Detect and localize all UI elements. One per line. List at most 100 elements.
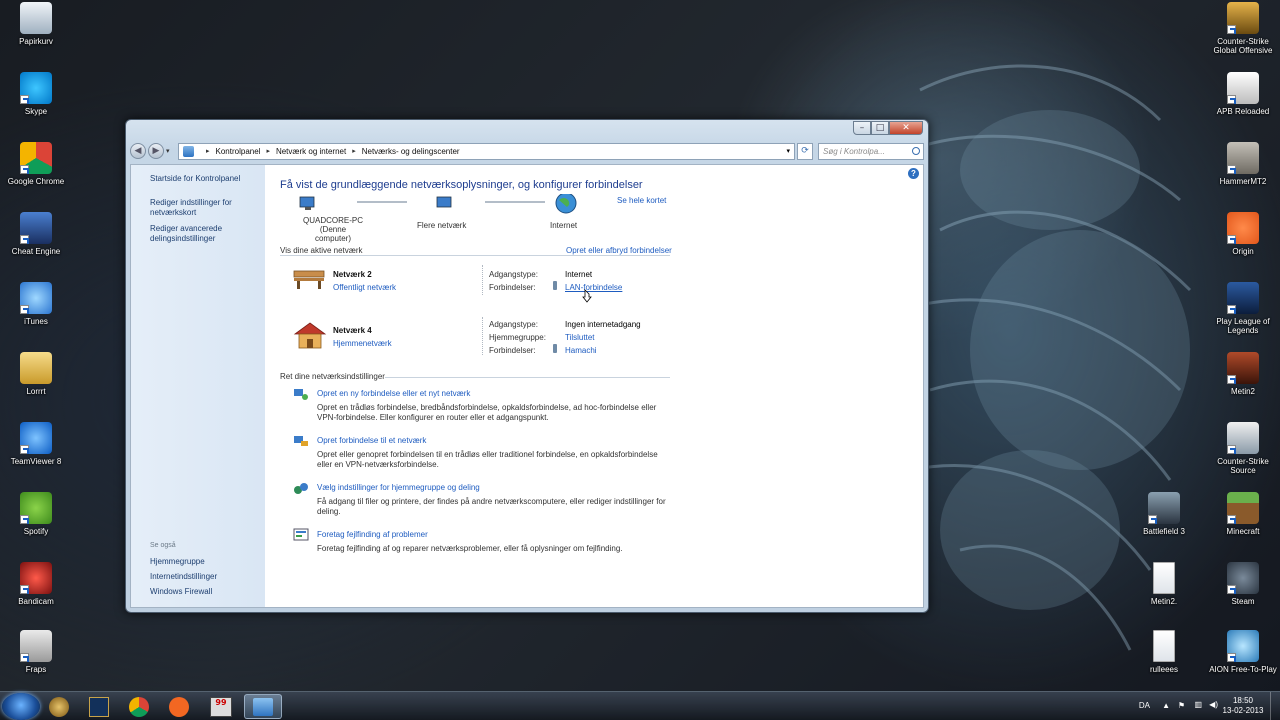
shortcut-arrow-icon — [1227, 445, 1236, 454]
taskbar-control-panel[interactable] — [244, 694, 282, 719]
desktop-icon-minecraft[interactable]: Minecraft — [1205, 492, 1280, 536]
desktop-icon-label: Counter-Strike Source — [1217, 457, 1269, 475]
show-desktop-button[interactable] — [1270, 692, 1280, 720]
homegroup-joined-link[interactable]: Tilsluttet — [565, 333, 595, 342]
taskbar-fraps[interactable]: 99 — [202, 694, 240, 719]
search-input[interactable]: Søg i Kontrolpa... — [818, 142, 924, 160]
map-computer-sub: (Denne computer) — [314, 225, 351, 243]
league-icon — [89, 697, 109, 717]
refresh-button[interactable]: ⟳ — [797, 142, 813, 160]
fraps-icon: 99 — [210, 697, 232, 717]
link-advanced-sharing[interactable]: Rediger avancerede delingsindstillinger — [150, 224, 250, 244]
forward-button[interactable]: ▶ — [148, 143, 164, 159]
navigation-bar: ◀ ▶ ▾ ▸ Kontrolpanel ▸ Netværk og intern… — [130, 142, 924, 160]
connect-disconnect-link[interactable]: Opret eller afbryd forbindelser — [566, 246, 672, 255]
shortcut-arrow-icon — [1227, 515, 1236, 524]
battlefield-icon — [1148, 492, 1180, 524]
breadcrumb-kontrolpanel[interactable]: Kontrolpanel — [216, 147, 261, 156]
control-panel-icon — [253, 698, 273, 716]
help-icon[interactable]: ? — [908, 168, 919, 179]
connection-adapter-icon — [553, 344, 557, 353]
desktop-icon-hammer[interactable]: HammerMT2 — [1205, 142, 1280, 186]
start-button[interactable] — [2, 693, 40, 720]
desktop-icon-label: Skype — [24, 107, 48, 116]
task-troubleshoot-desc: Foretag fejlfinding af og reparer netvær… — [317, 544, 623, 553]
breadcrumb-sharing-center[interactable]: Netværks- og delingscenter — [362, 147, 460, 156]
task-new-connection-desc: Opret en trådløs forbindelse, bredbåndsf… — [317, 403, 657, 412]
task-new-connection-link[interactable]: Opret en ny forbindelse eller et nyt net… — [317, 389, 470, 398]
link-homegroup[interactable]: Hjemmegruppe — [150, 557, 205, 567]
desktop-icon-skype[interactable]: Skype — [0, 72, 74, 116]
search-placeholder: Søg i Kontrolpa... — [823, 146, 885, 156]
desktop-icon-cheat-engine[interactable]: Cheat Engine — [0, 212, 74, 256]
show-hidden-icons-icon[interactable]: ▲ — [1162, 701, 1170, 710]
link-internet-options[interactable]: Internetindstillinger — [150, 572, 217, 582]
fraps-icon — [20, 630, 52, 662]
network-2-type-link[interactable]: Offentligt netværk — [333, 283, 396, 292]
desktop-icon-document[interactable]: Metin2. — [1126, 562, 1202, 606]
recent-pages-dropdown[interactable]: ▾ — [166, 147, 174, 155]
volume-icon[interactable]: ◀) — [1209, 700, 1218, 709]
taskbar-league[interactable] — [80, 694, 118, 719]
see-full-map-link[interactable]: Se hele kortet — [617, 196, 666, 205]
active-networks-heading: Vis dine aktive netværk — [280, 246, 363, 255]
back-button[interactable]: ◀ — [130, 143, 146, 159]
desktop-icon-fraps[interactable]: Fraps — [0, 630, 74, 674]
breadcrumb-network-internet[interactable]: Netværk og internet — [276, 147, 346, 156]
desktop-icon-label: Google Chrome — [7, 177, 65, 186]
desktop-icon-league[interactable]: Play League of Legends — [1205, 282, 1280, 335]
desktop-icon-aion[interactable]: AION Free-To-Play — [1205, 630, 1280, 674]
search-icon[interactable] — [912, 147, 920, 155]
desktop-icon-itunes[interactable]: iTunes — [0, 282, 74, 326]
network-4-homegroup-label: Hjemmegruppe: — [489, 333, 546, 342]
clock[interactable]: 18:50 13-02-2013 — [1220, 696, 1266, 716]
taskbar-warcraft[interactable] — [40, 694, 78, 719]
shortcut-arrow-icon — [1227, 305, 1236, 314]
desktop-icon-csgo[interactable]: Counter-Strike Global Offensive — [1205, 2, 1280, 55]
house-icon — [293, 322, 327, 349]
desktop-icon-apb[interactable]: APB Reloaded — [1205, 72, 1280, 116]
task-troubleshoot-link[interactable]: Foretag fejlfinding af problemer — [317, 530, 428, 539]
taskbar-chrome[interactable] — [120, 694, 158, 719]
chrome-icon — [20, 142, 52, 174]
network-4-type-link[interactable]: Hjemmenetværk — [333, 339, 392, 348]
taskbar-origin[interactable] — [160, 694, 198, 719]
link-adapter-settings[interactable]: Rediger indstillinger for netværkskort — [150, 198, 250, 218]
desktop-icon-label: Battlefield 3 — [1143, 527, 1185, 536]
task-homegroup-link[interactable]: Vælg indstillinger for hjemmegruppe og d… — [317, 483, 480, 492]
maximize-button[interactable]: □ — [871, 121, 889, 135]
desktop-icon-recycle-bin[interactable]: Papirkurv — [0, 2, 74, 46]
minimize-button[interactable]: – — [853, 121, 871, 135]
lan-connection-link[interactable]: LAN-forbindelse — [565, 283, 622, 292]
desktop-icon-folder[interactable]: Lorrrt — [0, 352, 74, 396]
chrome-icon — [129, 697, 149, 717]
network-icon[interactable]: ▥ — [1194, 700, 1202, 709]
desktop-icon-spotify[interactable]: Spotify — [0, 492, 74, 536]
desktop-icon-metin2[interactable]: Metin2 — [1205, 352, 1280, 396]
desktop-icon-document[interactable]: rulleees — [1126, 630, 1202, 674]
address-dropdown-icon[interactable]: ▾ — [786, 147, 790, 155]
desktop-icon-chrome[interactable]: Google Chrome — [0, 142, 74, 186]
desktop-icon-origin[interactable]: Origin — [1205, 212, 1280, 256]
close-button[interactable]: ✕ — [889, 121, 923, 135]
task-connect-network-link[interactable]: Opret forbindelse til et netværk — [317, 436, 426, 445]
desktop-icon-label: Play League of Legends — [1216, 317, 1270, 335]
flag-icon[interactable]: ⚑ — [1178, 701, 1185, 710]
desktop-icon-css[interactable]: Counter-Strike Source — [1205, 422, 1280, 475]
desktop-icon-teamviewer[interactable]: TeamViewer 8 — [0, 422, 74, 466]
task-connect-network-desc: Opret eller genopret forbindelsen til en… — [317, 450, 658, 459]
bandicam-icon — [20, 562, 52, 594]
link-windows-firewall[interactable]: Windows Firewall — [150, 587, 212, 597]
link-control-panel-home[interactable]: Startside for Kontrolpanel — [150, 174, 260, 184]
shortcut-arrow-icon — [1227, 653, 1236, 662]
shortcut-arrow-icon — [20, 585, 29, 594]
hamachi-link[interactable]: Hamachi — [565, 346, 597, 355]
desktop-icon-steam[interactable]: Steam — [1205, 562, 1280, 606]
desktop-icon-battlefield[interactable]: Battlefield 3 — [1126, 492, 1202, 536]
desktop-icon-bandicam[interactable]: Bandicam — [0, 562, 74, 606]
document-icon — [1153, 630, 1175, 662]
desktop-icon-label: iTunes — [24, 317, 48, 326]
address-bar[interactable]: ▸ Kontrolpanel ▸ Netværk og internet ▸ N… — [178, 142, 795, 160]
language-indicator[interactable]: DA — [1139, 701, 1150, 710]
shortcut-arrow-icon — [20, 305, 29, 314]
